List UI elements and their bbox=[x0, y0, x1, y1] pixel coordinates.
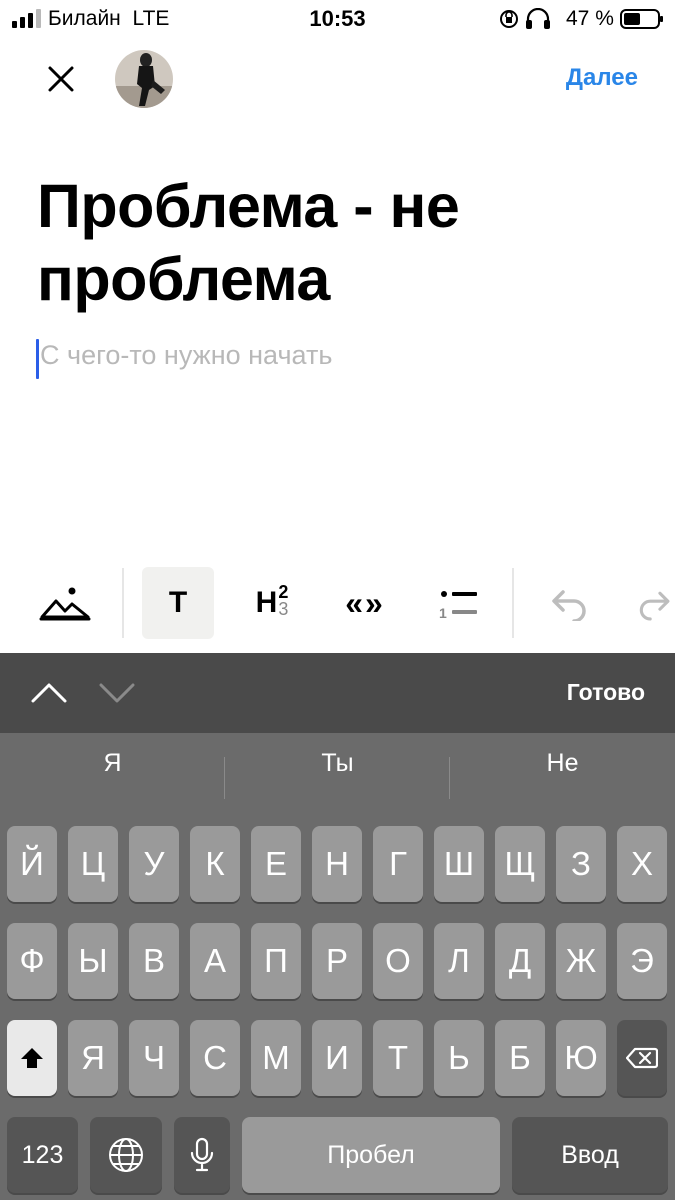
suggestion-1[interactable]: Я bbox=[0, 749, 225, 778]
redo-icon bbox=[639, 591, 670, 621]
key[interactable]: Г bbox=[373, 826, 423, 902]
key[interactable]: В bbox=[129, 923, 179, 999]
space-key[interactable]: Пробел bbox=[242, 1117, 500, 1193]
key[interactable]: Т bbox=[373, 1020, 423, 1096]
toolbar-divider bbox=[512, 568, 514, 638]
numbers-key[interactable]: 123 bbox=[7, 1117, 78, 1193]
article-title[interactable]: Проблема - не проблема bbox=[37, 170, 647, 316]
heading-button[interactable]: H 2 3 bbox=[240, 567, 304, 639]
undo-button[interactable] bbox=[540, 572, 596, 634]
microphone-icon bbox=[190, 1137, 214, 1172]
suggestion-2[interactable]: Ты bbox=[225, 749, 450, 778]
body-placeholder[interactable]: С чего-то нужно начать bbox=[40, 340, 332, 371]
key[interactable]: Ш bbox=[434, 826, 484, 902]
chevron-down-icon bbox=[99, 683, 135, 703]
redo-button[interactable] bbox=[630, 572, 675, 634]
key[interactable]: У bbox=[129, 826, 179, 902]
key[interactable]: Б bbox=[495, 1020, 545, 1096]
close-icon bbox=[48, 66, 74, 92]
dictation-key[interactable] bbox=[174, 1117, 230, 1193]
globe-icon bbox=[109, 1138, 143, 1172]
text-cursor bbox=[36, 339, 39, 379]
globe-key[interactable] bbox=[90, 1117, 162, 1193]
key[interactable]: М bbox=[251, 1020, 301, 1096]
list-button[interactable]: 1 bbox=[428, 567, 490, 639]
next-button[interactable]: Далее bbox=[566, 64, 638, 92]
keyboard: Готово Я Ты Не Й Ц У К Е Н Г Ш Щ З Х Ф Ы… bbox=[0, 653, 675, 1200]
shift-key[interactable] bbox=[7, 1020, 57, 1096]
key[interactable]: Щ bbox=[495, 826, 545, 902]
avatar-photo bbox=[115, 50, 173, 108]
toolbar-divider bbox=[122, 568, 124, 638]
key[interactable]: Е bbox=[251, 826, 301, 902]
key[interactable]: Ф bbox=[7, 923, 57, 999]
close-button[interactable] bbox=[40, 58, 82, 100]
key[interactable]: Я bbox=[68, 1020, 118, 1096]
undo-icon bbox=[552, 590, 586, 621]
key[interactable]: К bbox=[190, 826, 240, 902]
key[interactable]: Ь bbox=[434, 1020, 484, 1096]
next-field-button[interactable] bbox=[98, 679, 136, 707]
backspace-key[interactable] bbox=[617, 1020, 667, 1096]
text-style-button[interactable]: T bbox=[142, 567, 214, 639]
backspace-icon bbox=[626, 1047, 658, 1069]
done-button[interactable]: Готово bbox=[567, 679, 645, 706]
key[interactable]: С bbox=[190, 1020, 240, 1096]
orientation-lock-headphones-icon bbox=[500, 8, 550, 29]
key[interactable]: Ц bbox=[68, 826, 118, 902]
image-icon bbox=[39, 587, 91, 621]
key[interactable]: Ж bbox=[556, 923, 606, 999]
chevron-up-icon bbox=[31, 683, 67, 703]
battery-icon bbox=[620, 9, 663, 29]
key[interactable]: З bbox=[556, 826, 606, 902]
key[interactable]: О bbox=[373, 923, 423, 999]
key[interactable]: Н bbox=[312, 826, 362, 902]
key[interactable]: И bbox=[312, 1020, 362, 1096]
key[interactable]: Э bbox=[617, 923, 667, 999]
shift-icon bbox=[21, 1048, 43, 1068]
key[interactable]: Ч bbox=[129, 1020, 179, 1096]
key[interactable]: Р bbox=[312, 923, 362, 999]
status-bar: Билайн LTE 10:53 47 % bbox=[0, 0, 675, 40]
key[interactable]: Й bbox=[7, 826, 57, 902]
key[interactable]: П bbox=[251, 923, 301, 999]
key[interactable]: Х bbox=[617, 826, 667, 902]
format-toolbar: T H 2 3 «» 1 bbox=[0, 562, 675, 644]
previous-field-button[interactable] bbox=[30, 679, 68, 707]
battery-percent: 47 % bbox=[566, 7, 614, 30]
insert-image-button[interactable] bbox=[36, 572, 94, 634]
key[interactable]: Ы bbox=[68, 923, 118, 999]
suggestion-3[interactable]: Не bbox=[450, 749, 675, 778]
key[interactable]: А bbox=[190, 923, 240, 999]
keyboard-accessory-bar: Готово bbox=[0, 653, 675, 733]
quote-button[interactable]: «» bbox=[332, 567, 398, 639]
avatar[interactable] bbox=[115, 50, 173, 108]
key[interactable]: Д bbox=[495, 923, 545, 999]
return-key[interactable]: Ввод bbox=[512, 1117, 668, 1193]
key[interactable]: Л bbox=[434, 923, 484, 999]
key[interactable]: Ю bbox=[556, 1020, 606, 1096]
